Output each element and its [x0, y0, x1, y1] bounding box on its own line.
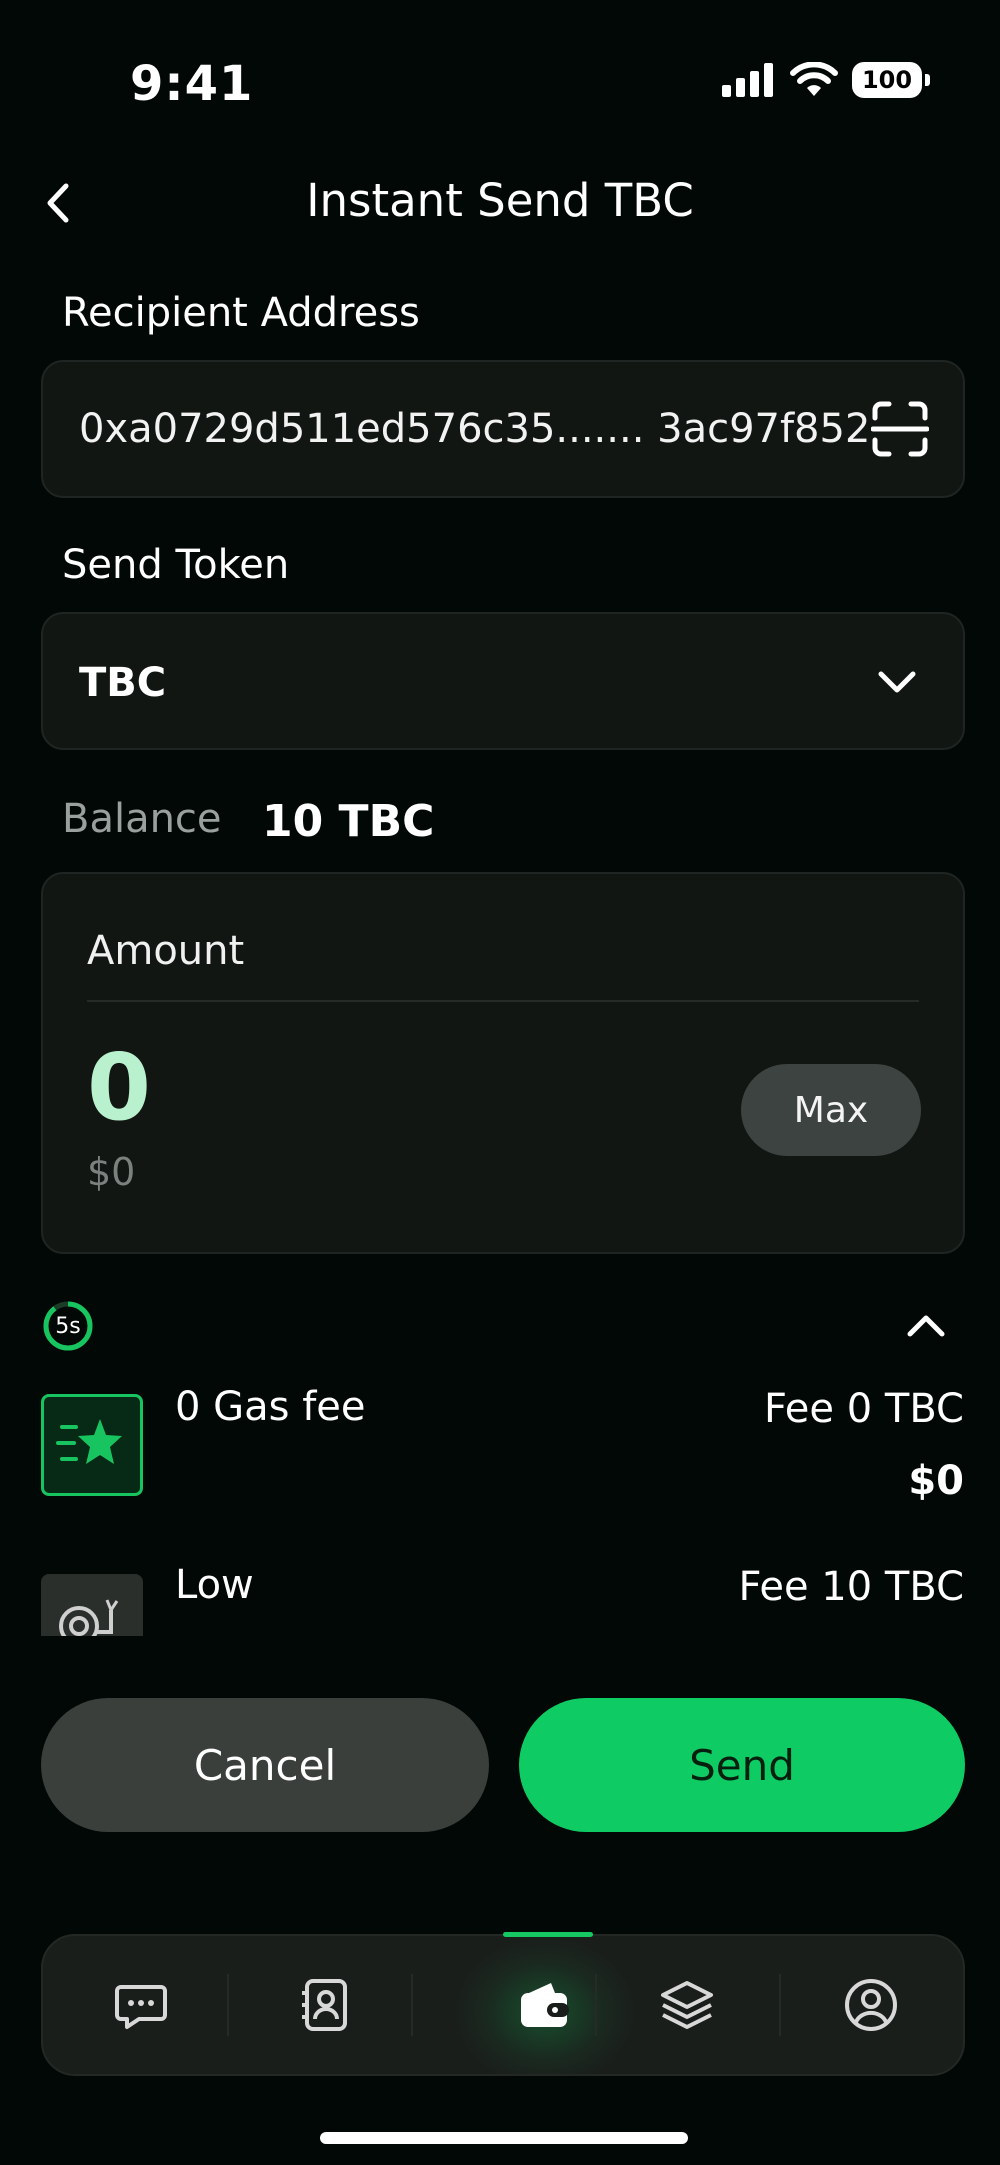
balance-label: Balance [62, 796, 222, 842]
chevron-up-icon[interactable] [904, 1308, 948, 1344]
status-time: 9:41 [130, 56, 254, 112]
wifi-icon [790, 62, 838, 96]
token-select[interactable]: TBC [41, 612, 965, 750]
timer-value: 5s [55, 1313, 81, 1339]
fee-option-fee: Fee 0 TBC [763, 1386, 964, 1432]
recipient-label: Recipient Address [62, 290, 420, 336]
fee-option-name[interactable]: 0 Gas fee [175, 1384, 366, 1430]
cancel-button[interactable]: Cancel [41, 1698, 489, 1832]
chevron-down-icon [878, 671, 916, 693]
contacts-icon [302, 1979, 347, 2031]
page-title: Instant Send TBC [306, 174, 694, 227]
scan-qr-icon[interactable] [871, 400, 929, 458]
balance-value: 10 TBC [262, 796, 435, 847]
amount-card: Amount 0 $0 Max [41, 872, 965, 1254]
status-icons: 100 [722, 62, 930, 98]
wallet-icon [521, 1983, 569, 2027]
battery-level: 100 [861, 66, 913, 94]
recipient-address-value: 0xa0729d511ed576c35....... 3ac97f852 [79, 406, 871, 452]
profile-icon [845, 1979, 897, 2031]
max-button[interactable]: Max [741, 1064, 921, 1156]
fee-option-fee: Fee 10 TBC [738, 1564, 964, 1610]
signal-icon [722, 63, 773, 97]
amount-input[interactable]: 0 [87, 1034, 151, 1141]
fee-option-name: Low [175, 1562, 254, 1608]
nav-contacts[interactable] [233, 1936, 417, 2074]
snail-icon [41, 1574, 143, 1636]
nav-chat[interactable] [49, 1936, 233, 2074]
layers-icon [661, 1981, 713, 2029]
bottom-nav [41, 1932, 965, 2076]
amount-label: Amount [87, 928, 245, 974]
fee-option-low[interactable]: Low Fee 10 TBC [0, 1560, 1000, 1636]
amount-usd: $0 [87, 1150, 136, 1194]
send-button[interactable]: Send [519, 1698, 965, 1832]
token-selected: TBC [79, 660, 167, 706]
nav-layers[interactable] [595, 1936, 779, 2074]
send-token-label: Send Token [62, 542, 290, 588]
recipient-address-field[interactable]: 0xa0729d511ed576c35....... 3ac97f852 [41, 360, 965, 498]
refresh-timer: 5s [42, 1300, 94, 1352]
battery-icon: 100 [852, 62, 930, 98]
chat-icon [115, 1985, 167, 2029]
nav-profile[interactable] [779, 1936, 963, 2074]
home-indicator [320, 2132, 688, 2144]
fee-option-usd: $0 [908, 1458, 964, 1504]
amount-divider [87, 1000, 919, 1002]
zero-gas-icon[interactable] [41, 1394, 143, 1496]
fast-star-icon [56, 1419, 122, 1464]
